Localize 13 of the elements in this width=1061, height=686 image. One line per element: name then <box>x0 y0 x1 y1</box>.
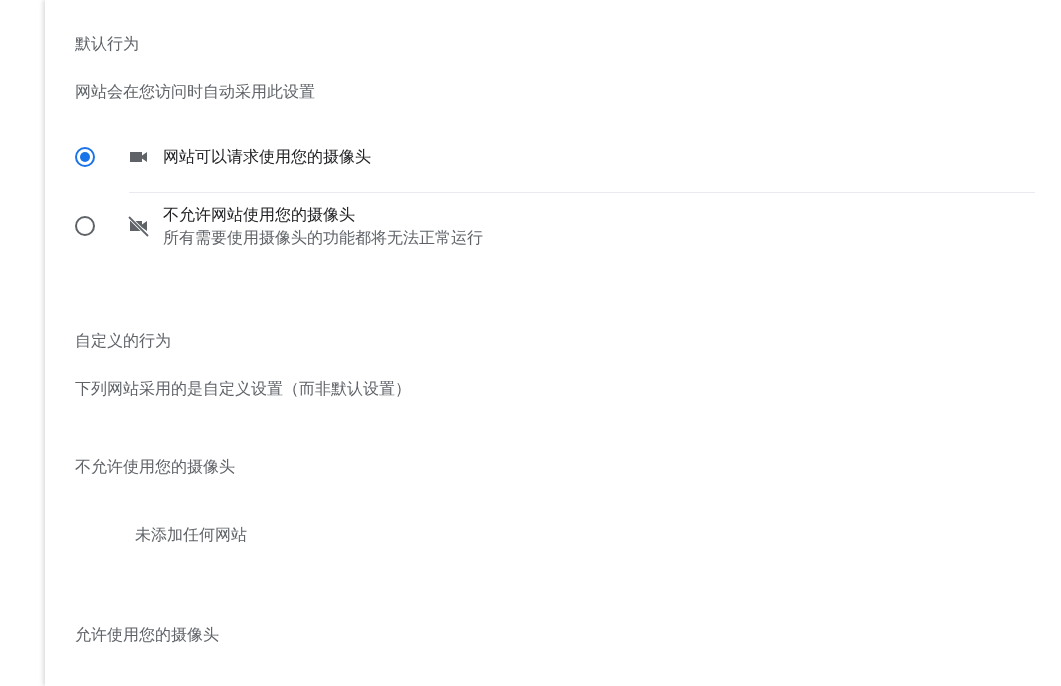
camera-off-icon <box>127 214 151 238</box>
option-label: 不允许网站使用您的摄像头 <box>163 204 356 226</box>
section-description: 网站会在您访问时自动采用此设置 <box>75 80 316 103</box>
list-heading: 允许使用您的摄像头 <box>75 623 220 646</box>
radio-button[interactable] <box>75 147 95 167</box>
section-heading: 自定义的行为 <box>75 329 172 352</box>
section-description: 下列网站采用的是自定义设置（而非默认设置） <box>75 377 412 400</box>
empty-list-message: 未添加任何网站 <box>135 523 248 546</box>
radio-button[interactable] <box>75 216 95 236</box>
option-label: 网站可以请求使用您的摄像头 <box>163 146 371 168</box>
list-heading: 不允许使用您的摄像头 <box>75 455 236 478</box>
option-description: 所有需要使用摄像头的功能都将无法正常运行 <box>163 227 483 249</box>
section-heading: 默认行为 <box>75 32 140 55</box>
